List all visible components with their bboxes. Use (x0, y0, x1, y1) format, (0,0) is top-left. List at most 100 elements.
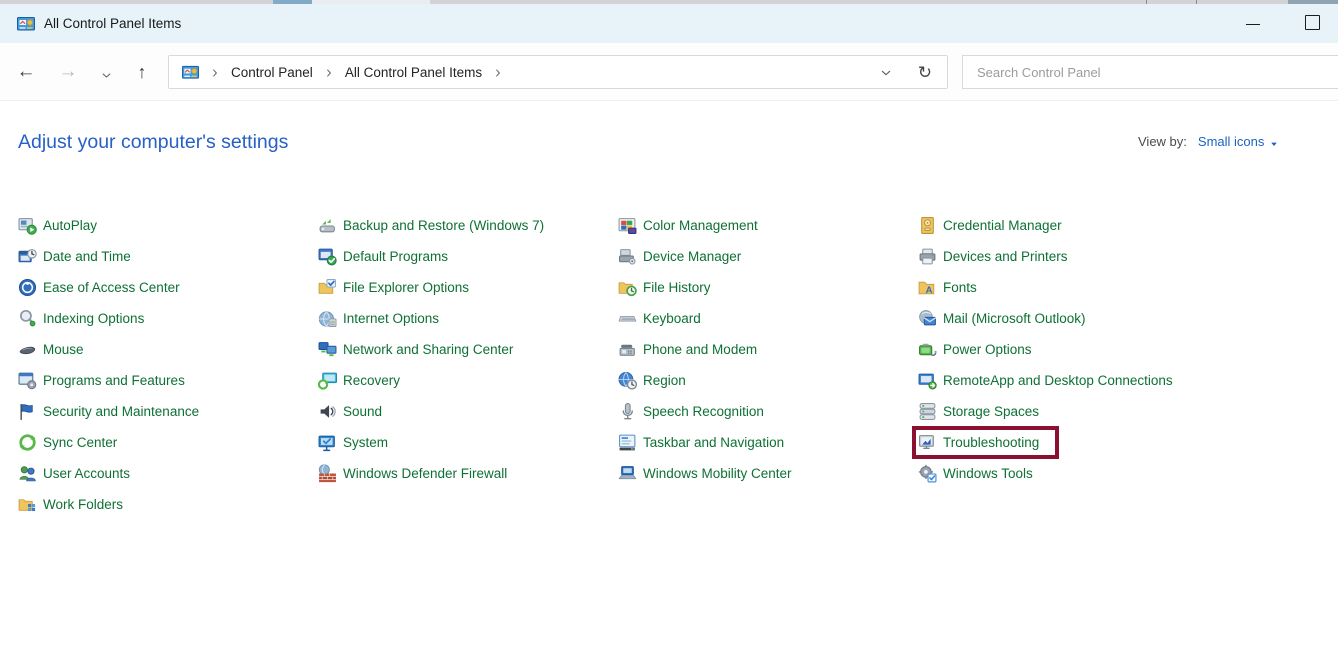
item-label: Phone and Modem (643, 342, 757, 357)
control-panel-item-security-and-maintenance[interactable]: Security and Maintenance (18, 396, 199, 427)
control-panel-item-phone-and-modem[interactable]: Phone and Modem (618, 334, 757, 365)
control-panel-item-programs-and-features[interactable]: Programs and Features (18, 365, 185, 396)
control-panel-item-devices-and-printers[interactable]: Devices and Printers (918, 241, 1068, 272)
search-box (962, 55, 1338, 89)
maximize-icon[interactable] (1305, 15, 1320, 30)
keyboard-icon (618, 309, 637, 328)
item-label: Fonts (943, 280, 977, 295)
breadcrumb-all-control-panel-items[interactable]: All Control Panel Items (345, 65, 482, 80)
control-panel-item-sound[interactable]: Sound (318, 396, 382, 427)
control-panel-item-backup-and-restore-windows-7[interactable]: Backup and Restore (Windows 7) (318, 210, 544, 241)
item-label: Default Programs (343, 249, 448, 264)
item-label: Power Options (943, 342, 1032, 357)
taskbar-navigation-icon (618, 433, 637, 452)
item-label: File Explorer Options (343, 280, 469, 295)
control-panel-item-autoplay[interactable]: AutoPlay (18, 210, 97, 241)
view-by-selected: Small icons (1198, 134, 1264, 149)
annotation-highlight-box: Troubleshooting (912, 426, 1059, 459)
control-panel-item-device-manager[interactable]: Device Manager (618, 241, 741, 272)
item-label: Recovery (343, 373, 400, 388)
autoplay-icon (18, 216, 37, 235)
control-panel-item-windows-defender-firewall[interactable]: Windows Defender Firewall (318, 458, 507, 489)
mouse-icon (18, 340, 37, 359)
device-manager-icon (618, 247, 637, 266)
item-label: Sync Center (43, 435, 117, 450)
recovery-icon (318, 371, 337, 390)
default-programs-icon (318, 247, 337, 266)
power-options-icon (918, 340, 937, 359)
address-bar[interactable]: Control Panel All Control Panel Items ↻ (168, 55, 948, 89)
control-panel-item-remoteapp-and-desktop-connections[interactable]: RemoteApp and Desktop Connections (918, 365, 1173, 396)
control-panel-item-windows-mobility-center[interactable]: Windows Mobility Center (618, 458, 792, 489)
control-panel-item-mail-microsoft-outlook[interactable]: Mail (Microsoft Outlook) (918, 303, 1086, 334)
item-label: File History (643, 280, 711, 295)
forward-button[interactable]: → (52, 43, 84, 100)
title-bar: All Control Panel Items (0, 4, 1338, 43)
refresh-icon[interactable]: ↻ (918, 64, 932, 81)
control-panel-item-fonts[interactable]: A Fonts (918, 272, 977, 303)
item-label: Keyboard (643, 311, 701, 326)
windows-tools-icon (918, 464, 937, 483)
address-dropdown-chevron-icon[interactable] (880, 66, 892, 78)
security-maintenance-icon (18, 402, 37, 421)
control-panel-item-troubleshooting[interactable]: Troubleshooting (918, 427, 1059, 458)
item-label: Security and Maintenance (43, 404, 199, 419)
control-panel-item-user-accounts[interactable]: User Accounts (18, 458, 130, 489)
view-by-value[interactable]: Small icons (1198, 134, 1279, 149)
chevron-right-icon (324, 66, 334, 78)
item-label: Internet Options (343, 311, 439, 326)
item-label: Devices and Printers (943, 249, 1068, 264)
control-panel-item-internet-options[interactable]: Internet Options (318, 303, 439, 334)
svg-text:A: A (926, 285, 933, 296)
item-label: Windows Tools (943, 466, 1033, 481)
storage-spaces-icon (918, 402, 937, 421)
control-panel-item-recovery[interactable]: Recovery (318, 365, 400, 396)
control-panel-item-storage-spaces[interactable]: Storage Spaces (918, 396, 1039, 427)
item-label: Work Folders (43, 497, 123, 512)
control-panel-item-power-options[interactable]: Power Options (918, 334, 1032, 365)
date-time-icon (18, 247, 37, 266)
control-panel-item-windows-tools[interactable]: Windows Tools (918, 458, 1033, 489)
recent-locations-chevron-icon[interactable] (94, 43, 118, 100)
control-panel-item-file-explorer-options[interactable]: File Explorer Options (318, 272, 469, 303)
navigation-toolbar: ← → ↑ Control Panel All Control Panel It… (0, 43, 1338, 101)
items-column: Backup and Restore (Windows 7) Default Pr… (318, 210, 618, 520)
back-button[interactable]: ← (10, 43, 42, 100)
search-input[interactable] (963, 56, 1338, 88)
breadcrumb-control-panel[interactable]: Control Panel (231, 65, 313, 80)
ease-of-access-icon (18, 278, 37, 297)
control-panel-item-taskbar-and-navigation[interactable]: Taskbar and Navigation (618, 427, 784, 458)
control-panel-item-region[interactable]: Region (618, 365, 686, 396)
control-panel-item-network-and-sharing-center[interactable]: Network and Sharing Center (318, 334, 513, 365)
color-management-icon (618, 216, 637, 235)
indexing-options-icon (18, 309, 37, 328)
sound-icon (318, 402, 337, 421)
control-panel-item-sync-center[interactable]: Sync Center (18, 427, 117, 458)
item-label: RemoteApp and Desktop Connections (943, 373, 1173, 388)
item-label: Indexing Options (43, 311, 144, 326)
control-panel-item-credential-manager[interactable]: Credential Manager (918, 210, 1062, 241)
minimize-icon[interactable] (1246, 24, 1260, 25)
system-icon (318, 433, 337, 452)
control-panel-item-color-management[interactable]: Color Management (618, 210, 758, 241)
control-panel-item-work-folders[interactable]: Work Folders (18, 489, 123, 520)
control-panel-item-indexing-options[interactable]: Indexing Options (18, 303, 144, 334)
up-button[interactable]: ↑ (126, 43, 158, 100)
control-panel-item-speech-recognition[interactable]: Speech Recognition (618, 396, 764, 427)
control-panel-item-keyboard[interactable]: Keyboard (618, 303, 701, 334)
control-panel-item-file-history[interactable]: File History (618, 272, 711, 303)
control-panel-item-ease-of-access-center[interactable]: Ease of Access Center (18, 272, 180, 303)
control-panel-items-grid: AutoPlay Date and Time Ease of Access Cent… (18, 210, 1338, 520)
item-label: Date and Time (43, 249, 131, 264)
control-panel-item-mouse[interactable]: Mouse (18, 334, 84, 365)
item-label: Windows Defender Firewall (343, 466, 507, 481)
items-column: Color ManagementDevice Manager File Histo… (618, 210, 918, 520)
control-panel-item-system[interactable]: System (318, 427, 388, 458)
control-panel-item-default-programs[interactable]: Default Programs (318, 241, 448, 272)
work-folders-icon (18, 495, 37, 514)
item-label: AutoPlay (43, 218, 97, 233)
item-label: Mail (Microsoft Outlook) (943, 311, 1086, 326)
remoteapp-icon (918, 371, 937, 390)
internet-options-icon (318, 309, 337, 328)
control-panel-item-date-and-time[interactable]: Date and Time (18, 241, 131, 272)
